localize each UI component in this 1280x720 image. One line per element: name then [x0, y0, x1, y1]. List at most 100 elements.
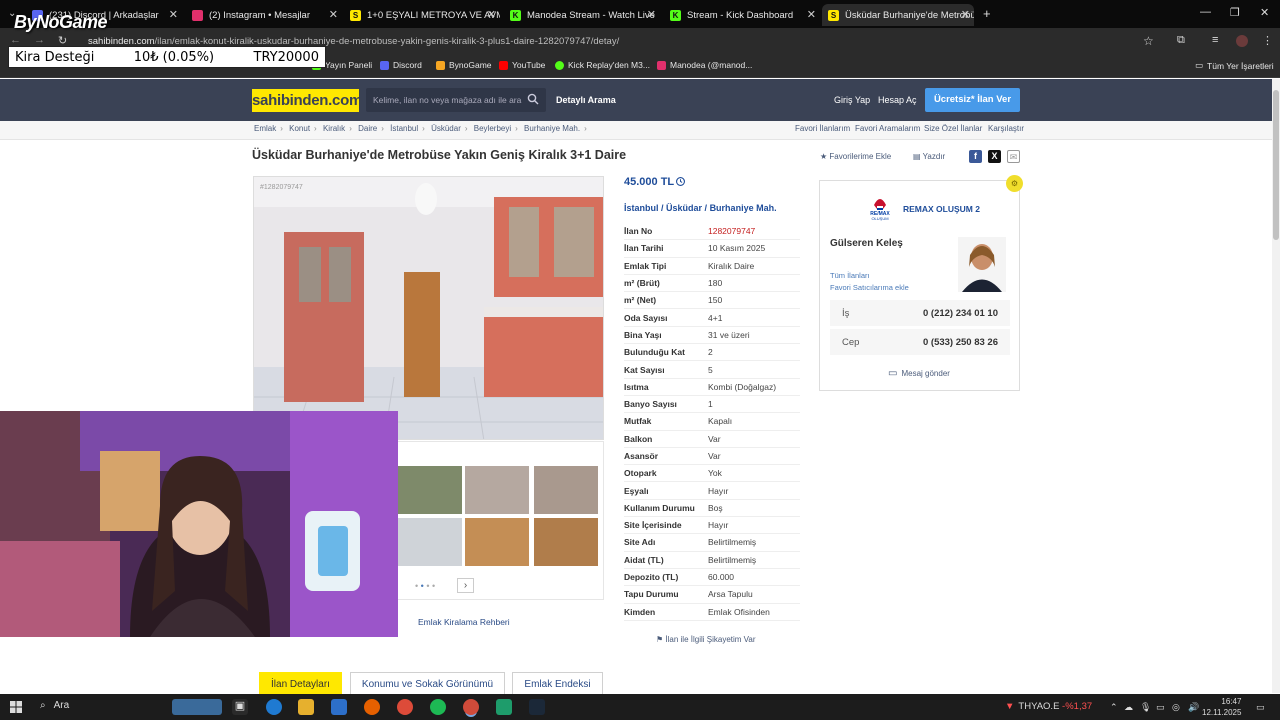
tab-sahibinden-1[interactable]: S 1+0 EŞYALI METROYA VE AVM ✕: [344, 4, 500, 26]
report-complaint-link[interactable]: ⚑ İlan ile İlgili Şikayetim Var: [656, 635, 756, 644]
tab-real-estate-index[interactable]: Emlak Endeksi: [512, 672, 603, 695]
bookmark-manodea[interactable]: Manodea (@manod...: [657, 60, 752, 70]
back-icon[interactable]: ←: [10, 34, 21, 46]
thumbnail[interactable]: [465, 466, 529, 514]
maximize-icon[interactable]: ❐: [1230, 6, 1240, 19]
main-photo[interactable]: #1282079747: [253, 176, 604, 440]
site-search-input[interactable]: Kelime, ilan no veya mağaza adı ile ara: [366, 88, 546, 112]
thumbnail[interactable]: [398, 466, 462, 514]
new-tab-button[interactable]: +: [983, 6, 991, 21]
location-neighborhood[interactable]: Burhaniye Mah.: [710, 203, 777, 213]
notifications-icon[interactable]: ▭: [1256, 702, 1265, 713]
login-link[interactable]: Giriş Yap: [834, 95, 870, 105]
tray-chevron-icon[interactable]: ⌃: [1110, 702, 1118, 713]
tab-kick-stream[interactable]: K Manodea Stream - Watch Live ✕: [504, 4, 660, 26]
send-message-button[interactable]: ▭ Mesaj gönder: [888, 368, 950, 379]
breadcrumb-item[interactable]: Üsküdar: [431, 124, 461, 133]
breadcrumb-item[interactable]: Burhaniye Mah.: [524, 124, 580, 133]
tab-location-street-view[interactable]: Konumu ve Sokak Görünümü: [350, 672, 505, 695]
edge-icon[interactable]: [266, 699, 282, 715]
microphone-icon[interactable]: 🎙: [1140, 702, 1151, 713]
email-icon[interactable]: ✉: [1007, 150, 1020, 163]
bookmark-discord[interactable]: Discord: [380, 60, 422, 70]
window-close-icon[interactable]: ✕: [1260, 6, 1269, 19]
location-city[interactable]: İstanbul: [624, 203, 659, 213]
work-phone-row[interactable]: İş 0 (212) 234 01 10: [830, 300, 1010, 326]
remax-logo[interactable]: RE/MAX OLUŞUM: [864, 195, 896, 221]
close-icon[interactable]: ✕: [647, 8, 656, 21]
monitor-icon[interactable]: ▭: [1156, 702, 1165, 713]
chrome-icon[interactable]: [397, 699, 413, 715]
tab-sahibinden-active[interactable]: S Üsküdar Burhaniye'de Metrobü ✕: [822, 4, 974, 26]
breadcrumb-item[interactable]: Daire: [358, 124, 377, 133]
profile-avatar[interactable]: [1236, 35, 1248, 47]
close-icon[interactable]: ✕: [169, 8, 178, 21]
bookmark-youtube[interactable]: YouTube: [499, 60, 545, 70]
menu-icon[interactable]: ⋮: [1262, 34, 1273, 47]
taskbar-widget[interactable]: [172, 699, 222, 715]
favorite-ads-link[interactable]: Favori İlanlarım: [795, 124, 850, 133]
close-icon[interactable]: ✕: [807, 8, 816, 21]
bookmark-bynogame[interactable]: BynoGame: [436, 60, 492, 70]
breadcrumb-item[interactable]: İstanbul: [390, 124, 418, 133]
task-view-icon[interactable]: ▣: [232, 699, 248, 715]
breadcrumb-item[interactable]: Kiralık: [323, 124, 345, 133]
store-icon[interactable]: [331, 699, 347, 715]
minimize-icon[interactable]: —: [1200, 6, 1211, 18]
next-photo-button[interactable]: ›: [457, 578, 474, 593]
spotify-icon[interactable]: [430, 699, 446, 715]
breadcrumb-item[interactable]: Beylerbeyi: [474, 124, 511, 133]
rental-guide-link[interactable]: Emlak Kiralama Rehberi: [418, 617, 510, 627]
close-icon[interactable]: ✕: [961, 8, 970, 21]
network-icon[interactable]: ◎: [1172, 702, 1180, 713]
mobile-phone-row[interactable]: Cep 0 (533) 250 83 26: [830, 329, 1010, 355]
breadcrumb-item[interactable]: Konut: [289, 124, 310, 133]
site-logo[interactable]: sahibinden.com: [252, 89, 362, 112]
thumbnail[interactable]: [398, 518, 462, 566]
add-favorite-seller-link[interactable]: Favori Satıcılarıma ekle: [830, 283, 909, 292]
tab-instagram[interactable]: (2) Instagram • Mesajlar ✕: [186, 4, 342, 26]
scrollbar-thumb[interactable]: [1273, 90, 1279, 240]
bookmark-kick-replay[interactable]: Kick Replay'den M3...: [555, 60, 650, 70]
breadcrumb-item[interactable]: Emlak: [254, 124, 276, 133]
all-bookmarks[interactable]: ▭ Tüm Yer İşaretleri: [1195, 60, 1274, 71]
close-icon[interactable]: ✕: [487, 8, 496, 21]
tab-listing-details[interactable]: İlan Detayları: [259, 672, 342, 695]
bookmark-star-icon[interactable]: ☆: [1143, 34, 1154, 48]
taskbar-search[interactable]: ⌕ Ara: [40, 700, 69, 711]
special-ads-link[interactable]: Size Özel İlanlar: [924, 124, 982, 133]
firefox-icon[interactable]: [364, 699, 380, 715]
volume-icon[interactable]: 🔊: [1188, 702, 1199, 713]
register-link[interactable]: Hesap Aç: [878, 95, 917, 105]
print-button[interactable]: ▤ Yazdır: [913, 152, 945, 161]
detail-value: Arsa Tapulu: [708, 589, 753, 600]
system-clock[interactable]: 16:47 12.11.2025: [1202, 696, 1241, 718]
facebook-icon[interactable]: f: [969, 150, 982, 163]
thumbnail[interactable]: [534, 518, 598, 566]
chrome-active-icon[interactable]: [463, 699, 479, 715]
forward-icon[interactable]: →: [34, 34, 45, 46]
app-icon[interactable]: [496, 699, 512, 715]
advanced-search-link[interactable]: Detaylı Arama: [556, 95, 616, 105]
close-icon[interactable]: ✕: [329, 8, 338, 21]
favorite-searches-link[interactable]: Favori Aramalarım: [855, 124, 920, 133]
thumbnail[interactable]: [534, 466, 598, 514]
price-history-icon[interactable]: [675, 176, 686, 187]
x-icon[interactable]: X: [988, 150, 1001, 163]
search-icon[interactable]: [527, 93, 539, 105]
agency-name[interactable]: REMAX OLUŞUM 2: [903, 204, 980, 214]
thumbnail[interactable]: [465, 518, 529, 566]
extensions-icon[interactable]: ⧉: [1177, 34, 1185, 47]
file-explorer-icon[interactable]: [298, 699, 314, 715]
cloud-icon[interactable]: ☁: [1124, 702, 1133, 713]
stock-ticker[interactable]: ▼ THYAO.E -%1,37: [1005, 701, 1092, 712]
tab-kick-dashboard[interactable]: K Stream - Kick Dashboard ✕: [664, 4, 820, 26]
windows-start-icon[interactable]: [10, 701, 22, 713]
add-favorite-button[interactable]: ★ Favorilerime Ekle: [820, 152, 891, 161]
compare-link[interactable]: Karşılaştır: [988, 124, 1024, 133]
all-ads-link[interactable]: Tüm İlanları: [830, 271, 870, 280]
steam-icon[interactable]: [529, 699, 545, 715]
media-icon[interactable]: ≡: [1212, 34, 1218, 46]
post-ad-button[interactable]: Ücretsiz* İlan Ver: [925, 88, 1020, 112]
location-district[interactable]: Üsküdar: [666, 203, 702, 213]
